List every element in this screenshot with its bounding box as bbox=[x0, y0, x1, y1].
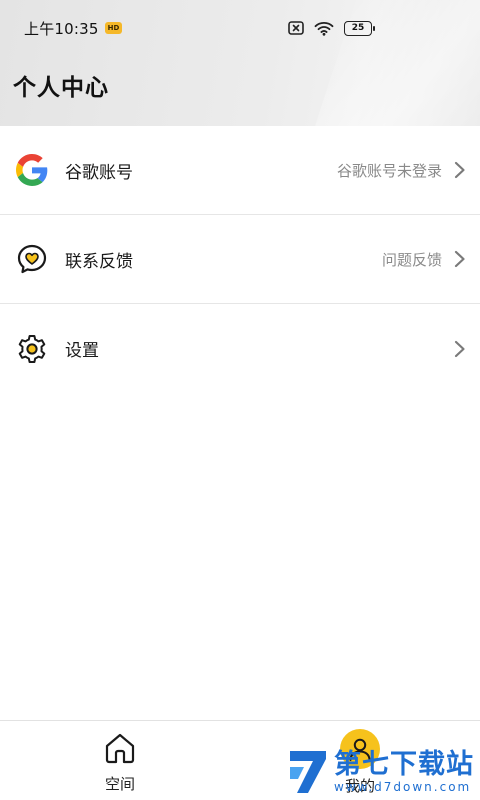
battery-level: 25 bbox=[351, 23, 365, 33]
feedback-icon bbox=[15, 242, 49, 276]
tab-mine[interactable]: 我的 bbox=[240, 721, 480, 800]
battery-icon: 25 bbox=[344, 20, 375, 36]
status-right: 25 bbox=[288, 20, 375, 36]
menu-item-google-account[interactable]: 谷歌账号 谷歌账号未登录 bbox=[0, 126, 480, 215]
user-avatar-icon bbox=[340, 729, 380, 769]
menu-label-google-account: 谷歌账号 bbox=[65, 162, 133, 183]
no-sim-icon bbox=[288, 21, 304, 35]
tab-label-mine: 我的 bbox=[344, 777, 375, 795]
menu-item-settings[interactable]: 设置 bbox=[0, 304, 480, 393]
chevron-right-icon bbox=[454, 249, 468, 269]
menu-list: 谷歌账号 谷歌账号未登录 联系反馈 问题反馈 设置 bbox=[0, 126, 480, 393]
gear-icon bbox=[15, 332, 49, 366]
chevron-right-icon bbox=[454, 160, 468, 180]
status-bar: 上午10:35 HD 25 bbox=[0, 0, 480, 56]
tab-space[interactable]: 空间 bbox=[0, 721, 240, 800]
status-time: 上午10:35 bbox=[24, 19, 99, 38]
menu-value-contact-feedback: 问题反馈 bbox=[381, 250, 442, 269]
menu-label-settings: 设置 bbox=[65, 341, 99, 361]
bottom-nav: 空间 我的 bbox=[0, 720, 480, 800]
page-title: 个人中心 bbox=[13, 75, 109, 101]
menu-label-contact-feedback: 联系反馈 bbox=[65, 251, 133, 272]
menu-value-google-account: 谷歌账号未登录 bbox=[336, 161, 442, 180]
menu-item-contact-feedback[interactable]: 联系反馈 问题反馈 bbox=[0, 215, 480, 304]
home-icon bbox=[101, 729, 139, 767]
header: 上午10:35 HD 25 个人中心 bbox=[0, 0, 480, 126]
wifi-icon bbox=[314, 21, 334, 36]
chevron-right-icon bbox=[454, 339, 468, 359]
status-left: 上午10:35 HD bbox=[24, 18, 123, 39]
screen: 上午10:35 HD 25 个人中心 谷歌账号 谷歌账号未登录 联系反馈 问题反… bbox=[0, 0, 480, 800]
google-icon bbox=[15, 153, 49, 187]
tab-label-space: 空间 bbox=[104, 775, 135, 793]
hd-badge: HD bbox=[104, 22, 123, 34]
